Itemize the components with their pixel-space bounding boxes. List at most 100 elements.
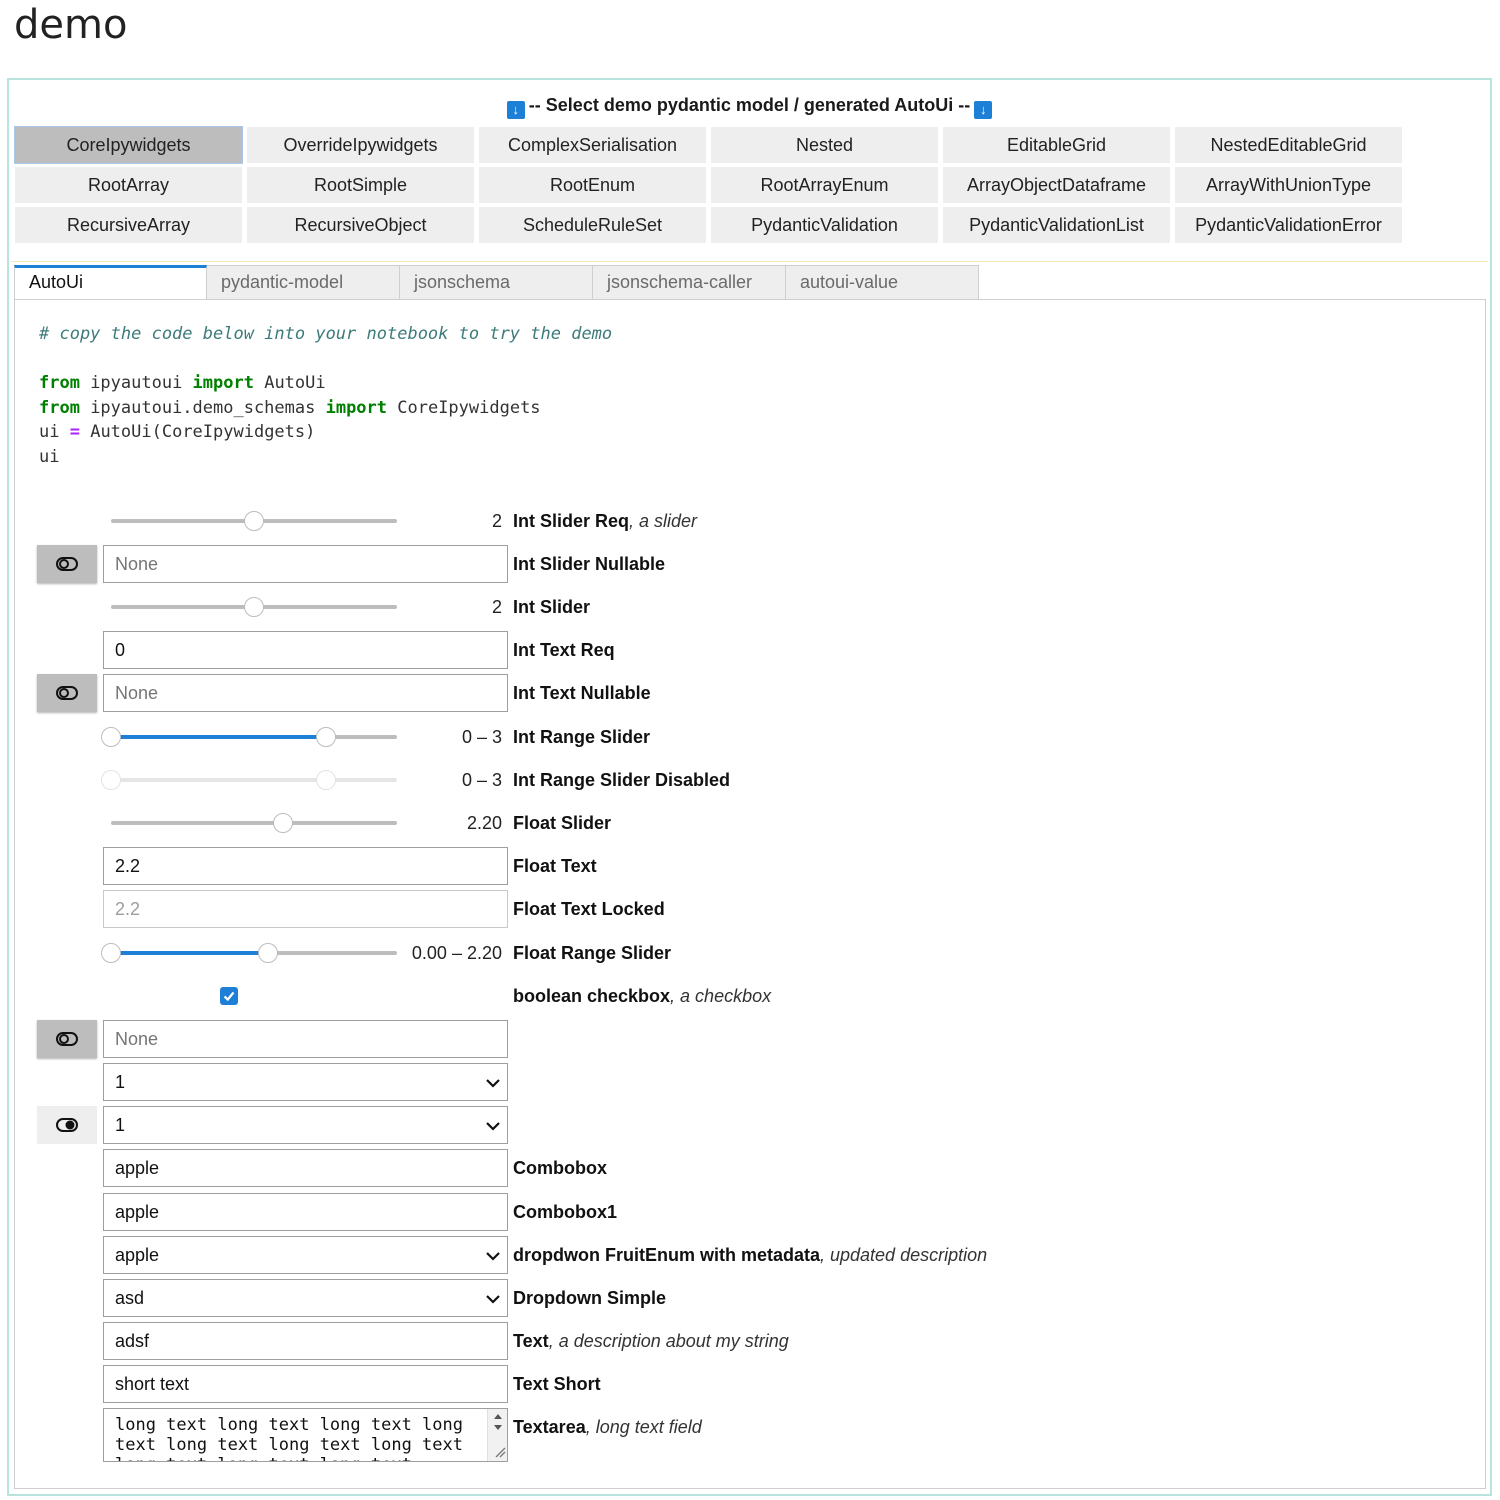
- int-slider-req[interactable]: [111, 502, 397, 540]
- slider-handle-high[interactable]: [315, 727, 336, 747]
- model-button-overrideipywidgets[interactable]: OverrideIpywidgets: [247, 127, 474, 163]
- slider-handle-low: [101, 770, 121, 790]
- chevron-down-icon: [486, 1295, 500, 1304]
- float-text-input[interactable]: 2.2: [103, 847, 508, 885]
- tab-jsonschema-caller[interactable]: jsonschema-caller: [593, 265, 786, 300]
- boolean-checkbox[interactable]: [220, 987, 238, 1005]
- textarea-input[interactable]: long text long text long text long text …: [103, 1408, 508, 1462]
- row-textarea: long text long text long text long text …: [15, 1408, 1415, 1462]
- code-text: ui: [39, 422, 70, 443]
- nullable-toggle-button[interactable]: [37, 545, 97, 583]
- row-text-short: short text Text Short: [15, 1365, 1415, 1403]
- readout-wrap: 2: [395, 502, 502, 540]
- model-button-arraywithuniontype[interactable]: ArrayWithUnionType: [1175, 167, 1402, 203]
- toggle-icon: [56, 686, 78, 700]
- row-nullable-none: None: [15, 1020, 1415, 1058]
- readout-wrap: 0.00 – 2.20: [395, 934, 502, 972]
- page-title: demo: [14, 2, 128, 48]
- model-button-rootenum[interactable]: RootEnum: [479, 167, 706, 203]
- label-text: Int Slider Req: [513, 511, 630, 531]
- select-a-dropdown[interactable]: 1: [103, 1063, 508, 1101]
- model-button-scheduleruleset[interactable]: ScheduleRuleSet: [479, 207, 706, 243]
- model-button-recursiveobject[interactable]: RecursiveObject: [247, 207, 474, 243]
- field-label: Int Text Nullable: [513, 683, 651, 703]
- select-value: 1: [115, 1072, 126, 1092]
- model-button-arrayobjectdataframe[interactable]: ArrayObjectDataframe: [943, 167, 1170, 203]
- select-b-dropdown[interactable]: 1: [103, 1106, 508, 1144]
- row-int-text-req: 0 Int Text Req: [15, 631, 1415, 669]
- model-button-coreipywidgets[interactable]: CoreIpywidgets: [14, 126, 243, 164]
- combobox-input[interactable]: apple: [103, 1149, 508, 1187]
- row-float-text-locked: 2.2 Float Text Locked: [15, 890, 1415, 928]
- fruit-dropdown[interactable]: apple: [103, 1236, 508, 1274]
- model-button-pydanticvalidationerror[interactable]: PydanticValidationError: [1175, 207, 1402, 243]
- chevron-down-icon: [486, 1252, 500, 1261]
- int-range-slider-disabled: [101, 761, 397, 799]
- down-arrow-icon: ↓: [974, 101, 993, 119]
- slider-handle[interactable]: [272, 813, 293, 833]
- readout-wrap: 2: [395, 588, 502, 626]
- int-text-nullable-input[interactable]: None: [103, 674, 508, 712]
- row-dropdown-simple: asd Dropdown Simple: [15, 1279, 1415, 1317]
- model-button-nested[interactable]: Nested: [711, 127, 938, 163]
- text-short-input[interactable]: short text: [103, 1365, 508, 1403]
- nullable-toggle-button[interactable]: [37, 1020, 97, 1058]
- toggle-icon: [56, 557, 78, 571]
- field-label: Float Text Locked: [513, 899, 665, 919]
- float-range-slider[interactable]: [101, 934, 397, 972]
- down-arrow-icon: ↓: [506, 101, 525, 119]
- slider-readout: 0 – 3: [461, 727, 502, 747]
- model-button-pydanticvalidationlist[interactable]: PydanticValidationList: [943, 207, 1170, 243]
- textarea-scrollbar[interactable]: [487, 1409, 507, 1461]
- field-label: Combobox1: [513, 1202, 618, 1222]
- model-button-rootarrayenum[interactable]: RootArrayEnum: [711, 167, 938, 203]
- nullable-toggle-button[interactable]: [37, 1106, 97, 1144]
- field-label: dropdwon FruitEnum with metadata, update…: [513, 1236, 987, 1274]
- label-text: Text: [513, 1331, 549, 1351]
- combobox1-input[interactable]: apple: [103, 1193, 508, 1231]
- slider-handle-low[interactable]: [101, 943, 121, 963]
- int-slider-nullable-input[interactable]: None: [103, 545, 508, 583]
- slider-handle[interactable]: [244, 597, 264, 617]
- field-label: Text, a description about my string: [513, 1322, 789, 1360]
- selector-header-text: -- Select demo pydantic model / generate…: [528, 95, 971, 115]
- toggle-icon: [56, 1032, 78, 1046]
- text-input[interactable]: adsf: [103, 1322, 508, 1360]
- label-description: , a description about my string: [548, 1331, 789, 1351]
- label-text: Textarea: [513, 1417, 586, 1437]
- label-description: , a slider: [629, 511, 698, 531]
- nullable-input[interactable]: None: [103, 1020, 508, 1058]
- slider-handle-high: [315, 770, 336, 790]
- slider-readout: 0 – 3: [461, 770, 502, 790]
- label-text: dropdwon FruitEnum with metadata: [513, 1245, 820, 1265]
- nullable-toggle-button[interactable]: [37, 674, 97, 712]
- model-button-pydanticvalidation[interactable]: PydanticValidation: [711, 207, 938, 243]
- field-label: Int Range Slider Disabled: [513, 770, 731, 790]
- model-button-complexserialisation[interactable]: ComplexSerialisation: [479, 127, 706, 163]
- slider-handle-low[interactable]: [101, 727, 121, 747]
- float-slider[interactable]: [111, 804, 397, 842]
- field-label: Int Slider Nullable: [513, 554, 666, 574]
- model-button-recursivearray[interactable]: RecursiveArray: [15, 207, 242, 243]
- slider-handle[interactable]: [244, 511, 264, 531]
- code-operator: =: [69, 422, 80, 443]
- field-label: Float Slider: [513, 813, 612, 833]
- model-button-rootsimple[interactable]: RootSimple: [247, 167, 474, 203]
- tab-pydantic-model[interactable]: pydantic-model: [207, 265, 400, 300]
- slider-handle-high[interactable]: [258, 943, 279, 963]
- model-selector: ↓ -- Select demo pydantic model / generat…: [11, 82, 1488, 262]
- label-text: boolean checkbox: [513, 986, 671, 1006]
- row-select-a: 1: [15, 1063, 1415, 1101]
- autoui-panel: # copy the code below into your notebook…: [14, 299, 1486, 1489]
- model-button-editablegrid[interactable]: EditableGrid: [943, 127, 1170, 163]
- tab-jsonschema[interactable]: jsonschema: [400, 265, 593, 300]
- int-range-slider[interactable]: [101, 718, 397, 756]
- tab-autoui[interactable]: AutoUi: [14, 265, 207, 300]
- model-button-nestededitablegrid[interactable]: NestedEditableGrid: [1175, 127, 1402, 163]
- int-text-req-input[interactable]: 0: [103, 631, 508, 669]
- row-int-slider: 2 Int Slider: [15, 588, 1415, 626]
- tab-autoui-value[interactable]: autoui-value: [786, 265, 979, 300]
- simple-dropdown[interactable]: asd: [103, 1279, 508, 1317]
- int-slider[interactable]: [111, 588, 397, 626]
- model-button-rootarray[interactable]: RootArray: [15, 167, 242, 203]
